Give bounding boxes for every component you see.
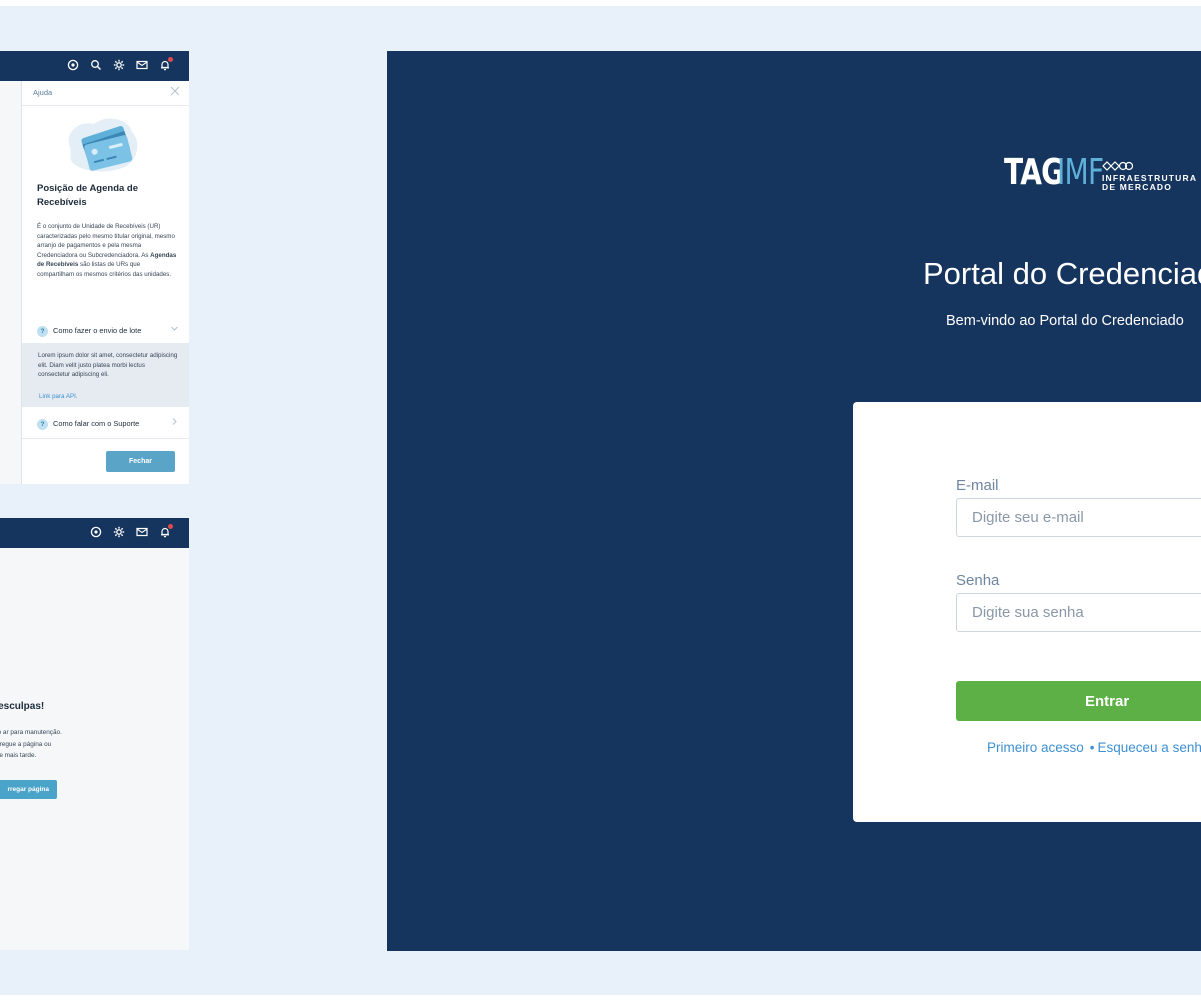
- help-panel-mockup: Ajuda Posição de Agenda de Recebíveis É …: [0, 51, 189, 484]
- accordion-label: Como fazer o envio de lote: [53, 326, 142, 335]
- bell-icon[interactable]: [158, 57, 173, 73]
- help-drawer: Ajuda Posição de Agenda de Recebíveis É …: [21, 81, 189, 484]
- password-label: Senha: [956, 572, 1000, 589]
- help-panel-title: Ajuda: [33, 88, 53, 97]
- email-label: E-mail: [956, 477, 999, 494]
- notification-dot: [168, 57, 173, 62]
- error-message: do ar para manutenção. arregue a página …: [0, 729, 62, 760]
- design-canvas: Ajuda Posição de Agenda de Recebíveis É …: [0, 6, 1201, 995]
- accordion-item-support[interactable]: ? Como falar com o Suporte: [22, 412, 189, 436]
- login-card: E-mail Senha Entrar Primeiro acesso •Esqu…: [853, 402, 1201, 822]
- notification-dot: [168, 524, 173, 529]
- mail-icon[interactable]: [135, 59, 149, 73]
- accordion-text: Lorem ipsum dolor sit amet, consectetur …: [38, 352, 178, 379]
- accordion-item-batch-upload[interactable]: ? Como fazer o envio de lote: [22, 319, 189, 343]
- chevron-right-icon: [170, 417, 179, 428]
- question-icon: ?: [37, 326, 48, 337]
- bell-icon[interactable]: [158, 524, 173, 540]
- settings-icon[interactable]: [112, 59, 126, 73]
- help-heading: Posição de Agenda de Recebíveis: [37, 183, 139, 208]
- page-subtitle: Bem-vindo ao Portal do Credenciado: [946, 313, 1184, 329]
- error-title: desculpas!: [0, 701, 45, 712]
- password-field[interactable]: [956, 593, 1201, 632]
- help-footer: Fechar: [22, 438, 189, 484]
- login-screen: TAG IMF INFRAESTRUTURA DE MERCADO Portal…: [387, 51, 1201, 951]
- accordion-content: Lorem ipsum dolor sit amet, consectetur …: [22, 343, 189, 407]
- api-link[interactable]: Link para API.: [39, 393, 78, 400]
- help-description: É o conjunto de Unidade de Recebíveis (U…: [37, 223, 177, 278]
- link-separator: •: [1089, 740, 1095, 755]
- first-access-link[interactable]: Primeiro acesso: [987, 740, 1084, 755]
- accordion-label: Como falar com o Suporte: [53, 419, 140, 428]
- login-button[interactable]: Entrar: [956, 681, 1201, 721]
- settings-icon[interactable]: [112, 526, 126, 540]
- credit-card-illustration: [68, 118, 138, 172]
- close-icon[interactable]: [170, 85, 180, 99]
- help-icon[interactable]: [66, 59, 80, 73]
- auth-links: Primeiro acesso •Esqueceu a senha?: [987, 740, 1201, 755]
- maintenance-mockup: desculpas! do ar para manutenção. arregu…: [0, 518, 189, 950]
- reload-page-button[interactable]: rregar página: [0, 780, 57, 799]
- email-field[interactable]: [956, 498, 1201, 537]
- top-bar: [0, 51, 189, 81]
- help-icon[interactable]: [89, 526, 103, 540]
- top-bar: [0, 518, 189, 548]
- chevron-down-icon: [170, 324, 179, 335]
- close-button[interactable]: Fechar: [106, 451, 175, 472]
- page-title: Portal do Credenciado: [923, 256, 1201, 291]
- infinity-logo-icon: [1102, 161, 1133, 171]
- mail-icon[interactable]: [135, 526, 149, 540]
- help-header: Ajuda: [22, 81, 189, 106]
- question-icon: ?: [37, 419, 48, 430]
- search-icon[interactable]: [89, 59, 103, 73]
- forgot-password-link[interactable]: Esqueceu a senha?: [1098, 740, 1201, 755]
